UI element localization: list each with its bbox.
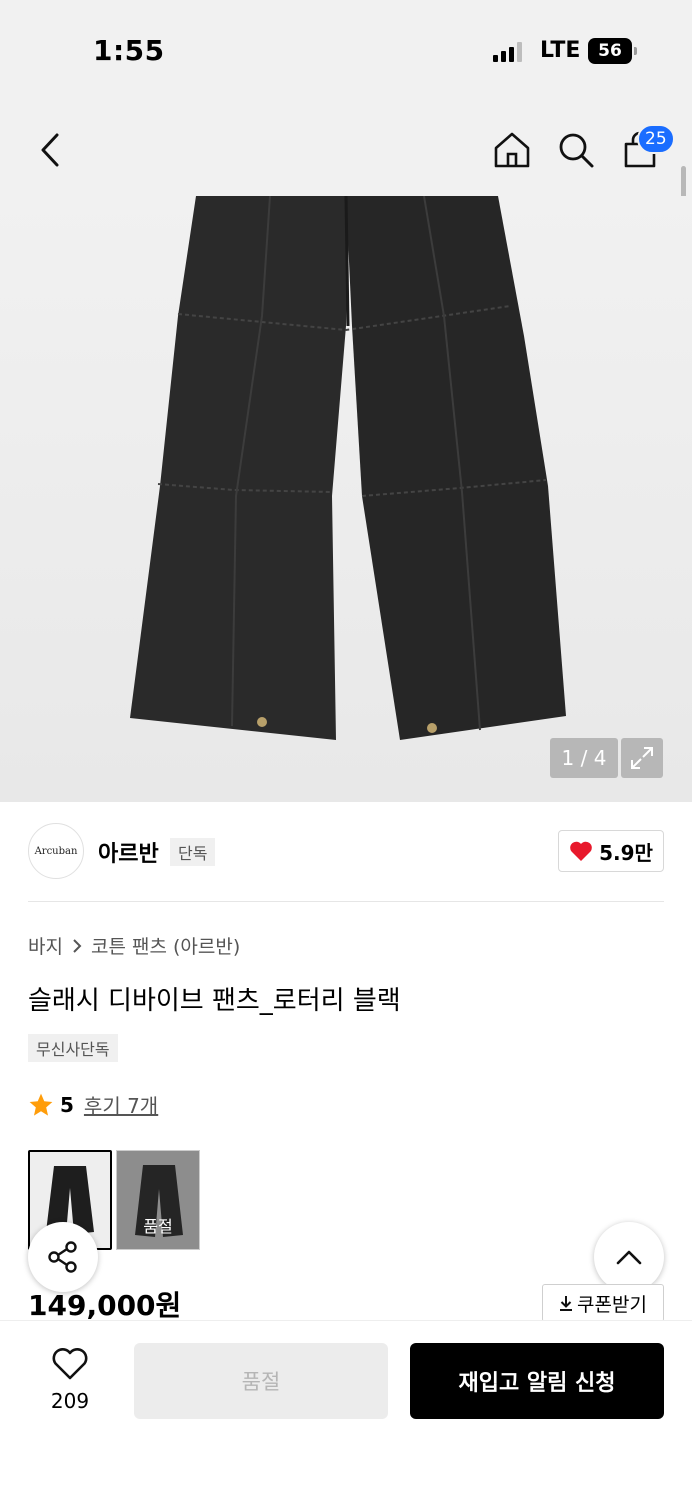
search-icon[interactable] <box>552 126 600 174</box>
top-nav-bar <box>0 100 692 196</box>
product-price: 149,000원 <box>28 1289 182 1322</box>
soldout-button: 품절 <box>134 1343 388 1419</box>
rating-score: 5 <box>60 1092 74 1117</box>
scroll-top-button[interactable] <box>594 1222 664 1292</box>
cart-count-badge: 25 <box>637 124 675 154</box>
product-title: 슬래시 디바이브 팬츠_로터리 블랙 <box>28 986 401 1016</box>
signal-icon <box>493 42 522 62</box>
download-icon <box>560 1296 573 1311</box>
image-counter: 1 / 4 <box>550 738 618 778</box>
brand-logo[interactable]: Arcuban <box>28 823 84 879</box>
share-icon <box>48 1241 77 1273</box>
restock-alert-button[interactable]: 재입고 알림 신청 <box>410 1343 664 1419</box>
wishlist-button[interactable]: 209 <box>36 1347 104 1413</box>
swatch-soldout-label: 품절 <box>117 1151 199 1249</box>
home-icon[interactable] <box>488 126 536 174</box>
option-swatch-grey[interactable]: 품절 <box>116 1150 200 1250</box>
coupon-button[interactable]: 쿠폰받기 <box>542 1284 664 1322</box>
status-bar: 1:55 LTE 56 <box>0 0 692 100</box>
heart-outline-icon <box>52 1348 88 1380</box>
share-button[interactable] <box>28 1222 98 1292</box>
star-icon <box>29 1093 53 1116</box>
expand-icon[interactable] <box>621 738 663 778</box>
chevron-up-icon <box>616 1250 642 1265</box>
wishlist-count: 209 <box>50 1389 90 1413</box>
reviews-link[interactable]: 후기 7개 <box>84 1090 158 1119</box>
coupon-label: 쿠폰받기 <box>577 1293 647 1316</box>
back-icon[interactable] <box>26 126 74 174</box>
brand-name[interactable]: 아르반 <box>98 836 159 868</box>
rating: 5 후기 7개 <box>28 1090 158 1119</box>
chevron-right-icon <box>73 938 82 953</box>
heart-filled-icon <box>570 841 592 861</box>
breadcrumb-category[interactable]: 바지 <box>28 932 63 959</box>
musinsa-exclusive-tag: 무신사단독 <box>28 1034 118 1062</box>
brand-like-count: 5.9만 <box>599 840 653 865</box>
divider <box>28 901 664 902</box>
breadcrumb: 바지 코튼 팬츠 (아르반) <box>28 932 240 959</box>
pants-illustration <box>130 196 566 740</box>
brand-like-button[interactable]: 5.9만 <box>558 830 664 872</box>
brand-exclusive-tag: 단독 <box>170 838 216 866</box>
product-image[interactable] <box>0 196 692 802</box>
battery-icon: 56 <box>588 38 637 64</box>
bottom-action-bar: 209 품절 재입고 알림 신청 <box>0 1320 692 1500</box>
brand-row: Arcuban 아르반 단독 5.9만 <box>28 822 664 882</box>
breadcrumb-subcategory[interactable]: 코튼 팬츠 (아르반) <box>91 932 240 959</box>
network-label: LTE <box>540 38 581 63</box>
status-time: 1:55 <box>93 34 165 67</box>
